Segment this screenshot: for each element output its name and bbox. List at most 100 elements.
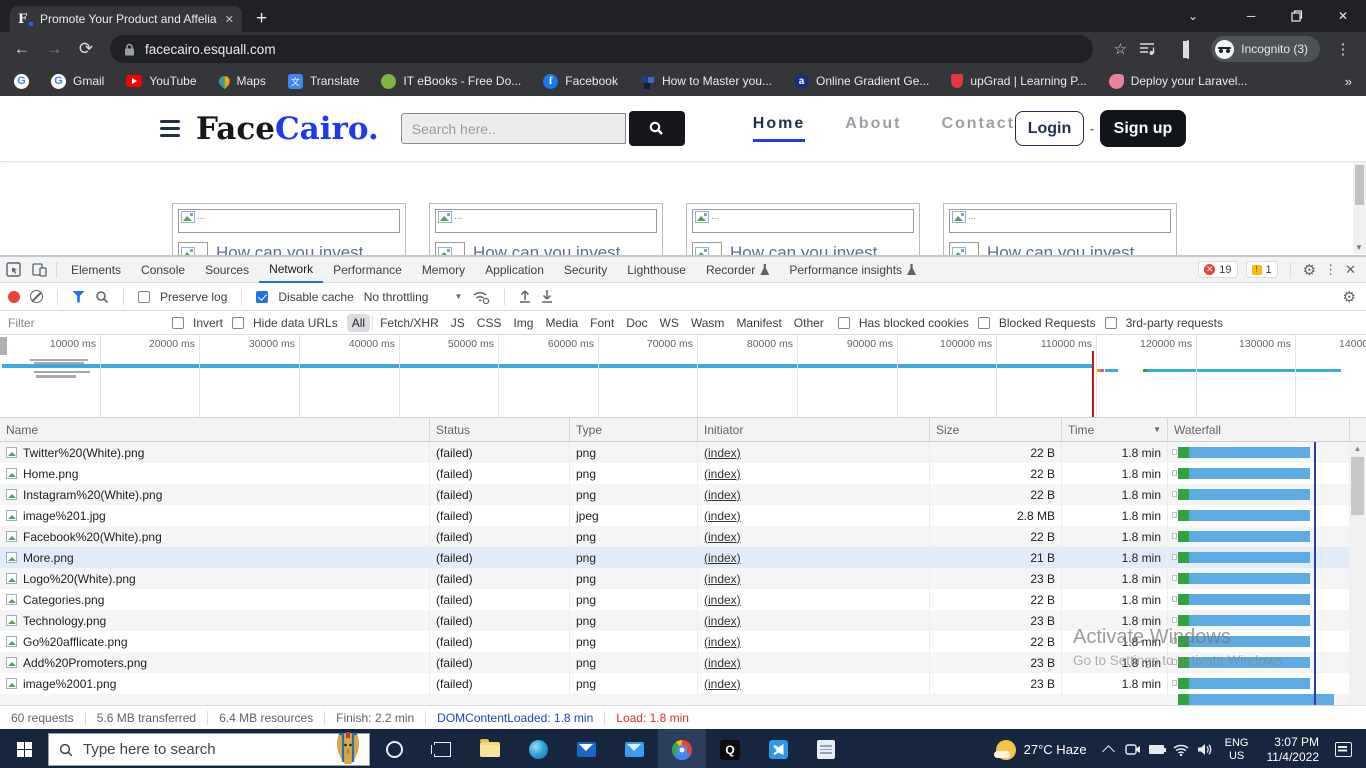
devtools-tab-network[interactable]: Network [259,257,323,283]
third-party-requests-checkbox[interactable] [1105,317,1117,329]
taskbar-clock[interactable]: 3:07 PM11/4/2022 [1257,735,1330,765]
resource-type-filter-all[interactable]: All [347,314,370,332]
resource-type-filter-img[interactable]: Img [508,314,538,332]
initiator-link[interactable]: (index) [704,530,741,544]
initiator-link[interactable]: (index) [704,572,741,586]
network-overview-timeline[interactable]: 10000 ms20000 ms30000 ms40000 ms50000 ms… [0,335,1366,418]
language-indicator[interactable]: ENGUS [1217,737,1257,763]
column-header-time[interactable]: Time▼ [1062,418,1168,441]
taskbar-search-input[interactable] [83,741,273,758]
request-row[interactable]: Logo%20(White).png(failed)png(index)23 B… [0,568,1366,589]
content-card[interactable]: ...How can you invest [686,203,920,255]
table-scrollbar-up-icon[interactable]: ▲ [1349,444,1366,453]
initiator-link[interactable]: (index) [704,467,741,481]
hide-data-urls-checkbox[interactable] [232,317,244,329]
taskbar-search-box[interactable] [48,733,370,766]
resource-type-filter-ws[interactable]: WS [655,314,684,332]
taskbar-app-mail[interactable] [562,729,610,768]
bookmark-item[interactable]: fFacebook [543,74,618,89]
resource-type-filter-manifest[interactable]: Manifest [731,314,786,332]
devtools-tab-sources[interactable]: Sources [195,257,259,283]
column-header-size[interactable]: Size [930,418,1062,441]
resource-type-filter-doc[interactable]: Doc [621,314,652,332]
weather-widget[interactable]: 27°C Haze [986,740,1097,760]
devtools-tab-performance-insights[interactable]: Performance insights [779,257,926,283]
taskbar-app-chrome[interactable] [658,729,706,768]
bookmark-item[interactable]: YouTube [126,74,196,88]
resource-type-filter-media[interactable]: Media [540,314,583,332]
battery-icon[interactable] [1145,745,1169,754]
nav-item-contact[interactable]: Contact [941,115,1015,142]
meet-now-icon[interactable] [1121,743,1145,756]
taskbar-app-file-explorer[interactable] [466,729,514,768]
network-conditions-icon[interactable] [472,290,490,304]
column-header-name[interactable]: Name [0,418,430,441]
tab-search-chevron-icon[interactable]: ⌄ [1178,9,1208,23]
devtools-tab-recorder[interactable]: Recorder [696,257,779,283]
request-row[interactable]: Categories.png(failed)png(index)22 B1.8 … [0,589,1366,610]
devtools-tab-memory[interactable]: Memory [412,257,475,283]
taskbar-app-document[interactable] [802,729,850,768]
preserve-log-checkbox[interactable] [138,291,150,303]
site-logo[interactable]: FaceCairo. [196,111,379,147]
reload-icon[interactable]: ⟳ [72,39,100,59]
bookmark-item[interactable]: Maps [219,74,266,88]
initiator-link[interactable]: (index) [704,551,741,565]
taskbar-app-q-app[interactable]: Q [706,729,754,768]
initiator-link[interactable]: (index) [704,488,741,502]
new-tab-button[interactable]: + [256,9,267,29]
blocked-requests-checkbox[interactable] [978,317,990,329]
inspect-element-icon[interactable] [0,262,26,277]
initiator-link[interactable]: (index) [704,446,741,460]
console-warning-badge[interactable]: !1 [1246,261,1278,278]
bookmark-item[interactable]: upGrad | Learning P... [951,74,1086,88]
window-restore-button[interactable] [1274,10,1320,22]
page-scrollbar-thumb[interactable] [1355,165,1364,205]
forward-icon[interactable]: → [40,39,68,59]
devtools-tab-application[interactable]: Application [475,257,554,283]
login-button[interactable]: Login [1015,111,1084,146]
content-card[interactable]: ...How can you invest [429,203,663,255]
resource-type-filter-other[interactable]: Other [789,314,829,332]
clear-network-log-icon[interactable] [30,290,43,303]
resource-type-filter-wasm[interactable]: Wasm [686,314,730,332]
start-button[interactable] [0,742,48,757]
record-network-log-icon[interactable] [8,291,20,303]
hamburger-menu-icon[interactable] [160,116,180,141]
card-title[interactable]: How can you invest [216,243,363,256]
resource-type-filter-js[interactable]: JS [446,314,470,332]
initiator-link[interactable]: (index) [704,677,741,691]
side-panel-icon[interactable] [1173,41,1203,58]
invert-checkbox[interactable] [172,317,184,329]
bookmark-star-icon[interactable]: ☆ [1105,40,1135,58]
resource-type-filter-css[interactable]: CSS [472,314,507,332]
request-row[interactable]: Add%20Promoters.png(failed)png(index)23 … [0,652,1366,673]
column-header-type[interactable]: Type [570,418,698,441]
devtools-tab-performance[interactable]: Performance [323,257,412,283]
search-network-icon[interactable] [95,290,109,304]
has-blocked-cookies-checkbox[interactable] [838,317,850,329]
bookmark-item[interactable]: G [14,74,29,89]
filter-toggle-icon[interactable] [72,291,85,303]
devtools-settings-icon[interactable]: ⚙ [1303,261,1316,279]
browser-tab[interactable]: F Promote Your Product and Affelia ✕ [10,6,242,32]
request-row[interactable]: image%2001.png(failed)png(index)23 B1.8 … [0,673,1366,694]
request-row[interactable]: Facebook%20(White).png(failed)png(index)… [0,526,1366,547]
import-har-icon[interactable] [519,290,531,303]
browser-menu-icon[interactable]: ⋮ [1328,40,1358,58]
cortana-button[interactable] [370,729,418,768]
throttling-dropdown[interactable]: No throttling▼ [364,290,463,304]
request-row[interactable]: image%201.jpg(failed)jpeg(index)2.8 MB1.… [0,505,1366,526]
bookmarks-overflow-icon[interactable]: » [1345,74,1352,89]
console-error-badge[interactable]: ✕19 [1198,261,1237,278]
bookmark-item[interactable]: Deploy your Laravel... [1109,74,1248,89]
initiator-link[interactable]: (index) [704,635,741,649]
initiator-link[interactable]: (index) [704,509,741,523]
taskbar-app-vscode[interactable] [754,729,802,768]
address-bar[interactable]: facecairo.esquall.com [110,35,1093,63]
request-row[interactable]: Go%20afflicate.png(failed)png(index)22 B… [0,631,1366,652]
request-row[interactable]: Instagram%20(White).png(failed)png(index… [0,484,1366,505]
nav-item-home[interactable]: Home [753,115,805,142]
resource-type-filter-font[interactable]: Font [585,314,619,332]
request-row[interactable]: Technology.png(failed)png(index)23 B1.8 … [0,610,1366,631]
